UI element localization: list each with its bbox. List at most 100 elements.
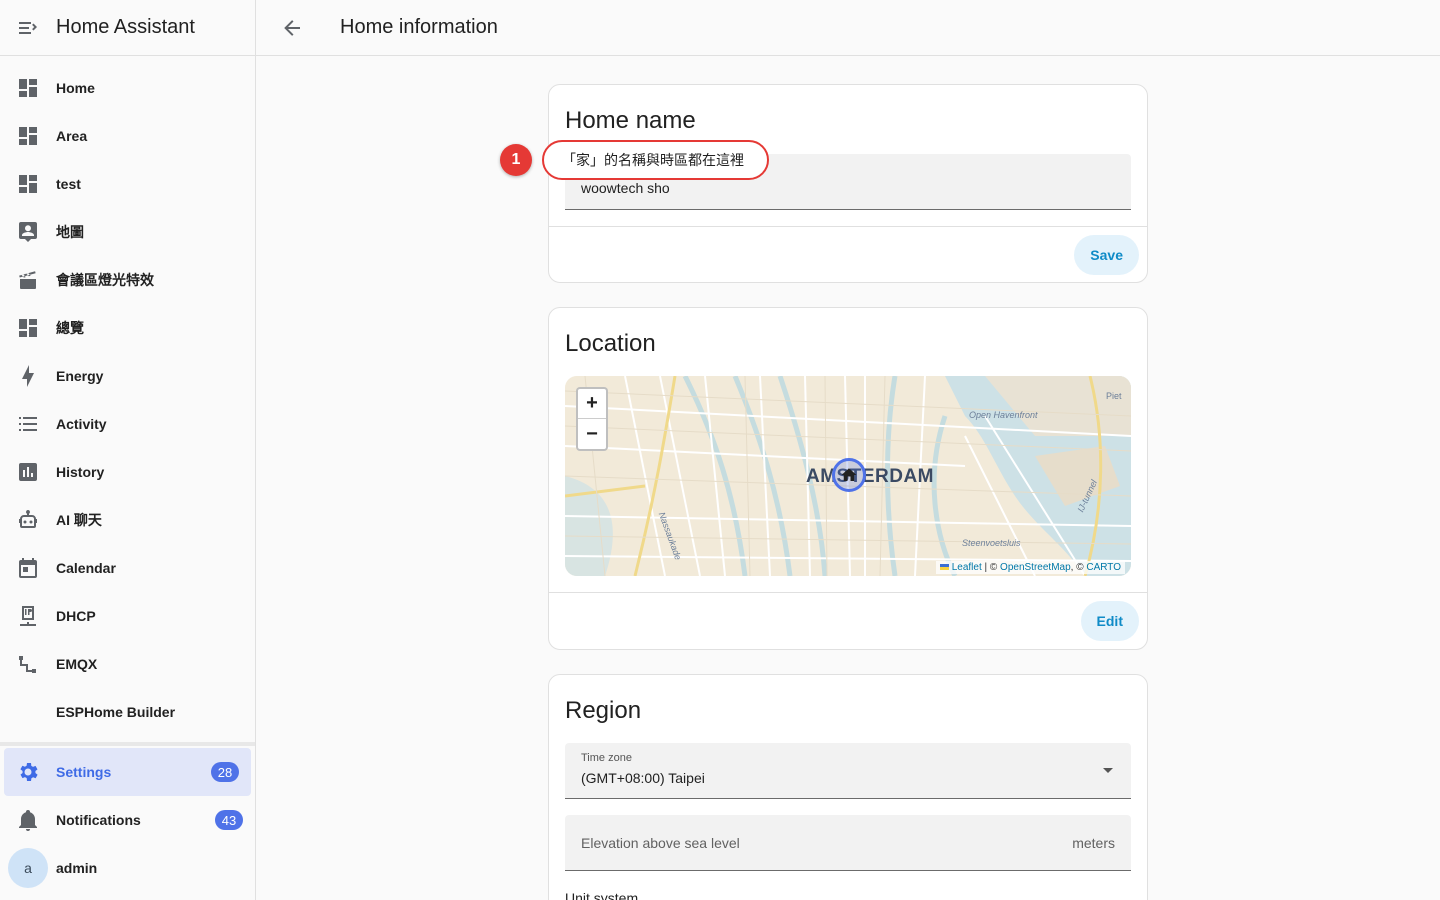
location-card: Location + − AMSTERDAM Open Havenfront S… xyxy=(548,307,1148,650)
avatar: a xyxy=(8,848,48,888)
sidebar-item-home[interactable]: Home xyxy=(0,64,255,112)
attribution-separator: | © xyxy=(981,562,1001,573)
arrow-left-icon xyxy=(284,19,300,36)
sidebar-bottom: Settings 28 Notifications 43 a admin xyxy=(0,748,255,892)
list-icon xyxy=(16,412,40,436)
sidebar-item-label: ESPHome Builder xyxy=(56,704,176,720)
chart-box-icon xyxy=(16,460,40,484)
notifications-badge: 43 xyxy=(215,810,243,830)
sidebar-divider xyxy=(0,742,255,746)
sidebar-item-overview[interactable]: 總覽 xyxy=(0,304,255,352)
dashboard-icon xyxy=(16,124,40,148)
timezone-value: (GMT+08:00) Taipei xyxy=(581,770,705,786)
card-actions: Save xyxy=(549,226,1147,283)
robot-icon xyxy=(16,508,40,532)
app-title: Home Assistant xyxy=(56,16,195,38)
sidebar-item-label: Calendar xyxy=(56,560,116,576)
sidebar-item-label: History xyxy=(56,464,105,480)
timezone-select[interactable]: Time zone (GMT+08:00) Taipei xyxy=(565,743,1131,799)
leaflet-link[interactable]: Leaflet xyxy=(952,562,982,573)
page-title: Home information xyxy=(340,16,498,38)
save-button[interactable]: Save xyxy=(1074,235,1139,275)
clapperboard-icon xyxy=(16,268,40,292)
zoom-out-button[interactable]: − xyxy=(578,419,606,449)
sidebar-item-label: Notifications xyxy=(56,812,141,828)
sidebar-item-label: DHCP xyxy=(56,608,96,624)
sidebar-item-label: 會議區燈光特效 xyxy=(56,272,154,288)
elevation-placeholder: Elevation above sea level xyxy=(581,835,740,851)
map-label: Open Havenfront xyxy=(969,410,1038,420)
callout-number: 1 xyxy=(500,144,532,176)
home-marker[interactable] xyxy=(832,458,866,492)
dashboard-icon xyxy=(16,172,40,196)
map-label: Steenvoetsluis xyxy=(962,538,1021,548)
location-map[interactable]: + − AMSTERDAM Open Havenfront Steenvoets… xyxy=(565,376,1131,576)
sidebar-item-history[interactable]: History xyxy=(0,448,255,496)
sidebar-item-label: EMQX xyxy=(56,656,98,672)
top-app-bar: Home information xyxy=(256,0,1440,56)
sidebar: Home Assistant Home Area test 地圖 會議區燈光特效… xyxy=(0,0,256,900)
ukraine-flag-icon xyxy=(939,564,949,571)
map-label: Piet xyxy=(1106,391,1122,401)
sidebar-item-label: Activity xyxy=(56,416,107,432)
carto-link[interactable]: CARTO xyxy=(1086,562,1121,573)
sidebar-item-label: Energy xyxy=(56,368,104,384)
sidebar-item-label: admin xyxy=(56,860,98,876)
sidebar-item-lighting-effects[interactable]: 會議區燈光特效 xyxy=(0,256,255,304)
dashboard-icon xyxy=(16,76,40,100)
sidebar-item-energy[interactable]: Energy xyxy=(0,352,255,400)
settings-badge: 28 xyxy=(211,762,239,782)
sidebar-item-emqx[interactable]: EMQX xyxy=(0,640,255,688)
sidebar-item-label: test xyxy=(56,176,81,192)
card-title: Region xyxy=(565,697,642,724)
map-zoom-control: + − xyxy=(576,387,608,451)
bell-icon xyxy=(16,808,40,832)
card-title: Home name xyxy=(565,107,696,134)
sidebar-item-ai-chat[interactable]: AI 聊天 xyxy=(0,496,255,544)
osm-link[interactable]: OpenStreetMap xyxy=(1000,562,1071,573)
sidebar-item-test[interactable]: test xyxy=(0,160,255,208)
sidebar-item-label: Settings xyxy=(56,764,112,780)
sidebar-item-label: Home xyxy=(56,80,95,96)
map-city-label: AMSTERDAM xyxy=(806,466,934,487)
timezone-label: Time zone xyxy=(581,752,632,764)
sidebar-item-activity[interactable]: Activity xyxy=(0,400,255,448)
sidebar-header: Home Assistant xyxy=(0,0,255,56)
sidebar-item-label: Area xyxy=(56,128,88,144)
region-card: Region Time zone (GMT+08:00) Taipei Elev… xyxy=(548,674,1148,900)
unit-system-label: Unit system xyxy=(565,890,639,900)
ip-network-icon xyxy=(16,604,40,628)
sidebar-item-dhcp[interactable]: DHCP xyxy=(0,592,255,640)
elevation-field[interactable]: Elevation above sea level meters xyxy=(565,815,1131,871)
sidebar-item-notifications[interactable]: Notifications 43 xyxy=(0,796,255,844)
sidebar-item-settings[interactable]: Settings 28 xyxy=(4,748,251,796)
sidebar-item-esphome-builder[interactable]: ESPHome Builder xyxy=(0,688,255,736)
sidebar-item-user[interactable]: a admin xyxy=(0,844,255,892)
callout-text: 「家」的名稱與時區都在這裡 xyxy=(542,140,769,180)
elevation-unit: meters xyxy=(1072,835,1115,851)
map-attribution: Leaflet | © OpenStreetMap, © CARTO xyxy=(935,561,1125,574)
sidebar-item-map[interactable]: 地圖 xyxy=(0,208,255,256)
ray-start-end-icon xyxy=(16,652,40,676)
zoom-in-button[interactable]: + xyxy=(578,389,606,419)
map-account-icon xyxy=(16,220,40,244)
calendar-icon xyxy=(16,556,40,580)
home-name-card: Home name woowtech sho Save xyxy=(548,84,1148,283)
sidebar-item-label: AI 聊天 xyxy=(56,512,102,528)
menu-icon xyxy=(19,21,37,34)
sidebar-item-calendar[interactable]: Calendar xyxy=(0,544,255,592)
sidebar-item-label: 地圖 xyxy=(56,224,84,240)
card-actions: Edit xyxy=(549,592,1147,649)
sidebar-item-area[interactable]: Area xyxy=(0,112,255,160)
dashboard-icon xyxy=(16,316,40,340)
back-button[interactable] xyxy=(256,0,328,56)
menu-toggle-button[interactable] xyxy=(0,0,56,56)
lightning-icon xyxy=(16,364,40,388)
home-name-value: woowtech sho xyxy=(581,180,670,196)
home-icon xyxy=(841,468,857,481)
card-title: Location xyxy=(565,330,656,357)
esphome-icon xyxy=(16,700,40,724)
gear-icon xyxy=(16,760,40,784)
edit-button[interactable]: Edit xyxy=(1080,601,1139,641)
dropdown-arrow-icon xyxy=(1103,768,1113,773)
